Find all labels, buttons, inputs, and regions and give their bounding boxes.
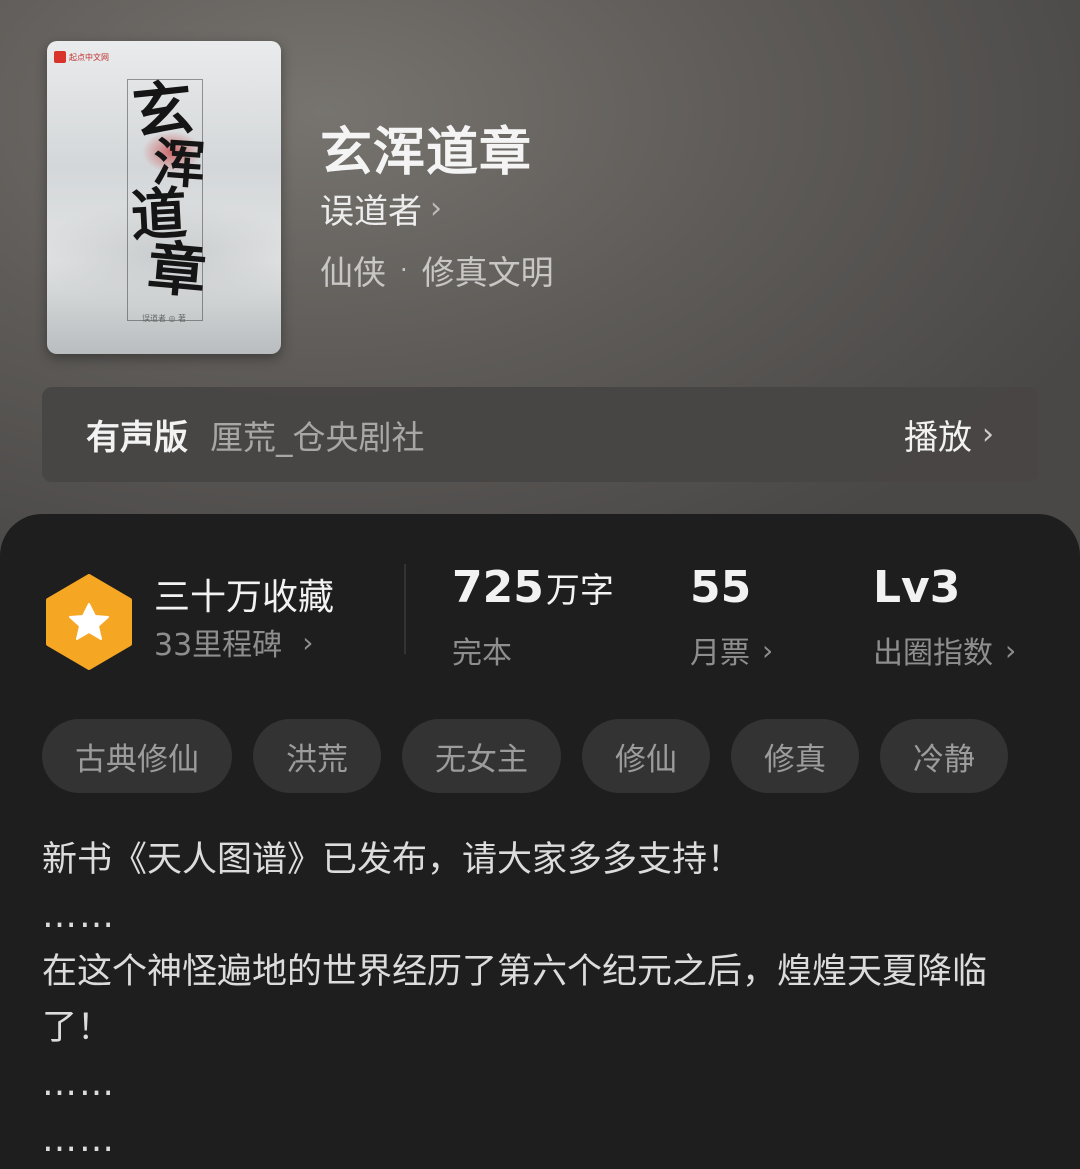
stats-divider — [404, 564, 406, 654]
milestones-count: 33里程碑 — [154, 628, 283, 663]
favorites-badge-star-icon — [46, 574, 132, 670]
word-count-value: 725 — [452, 562, 544, 613]
play-label: 播放 — [904, 418, 972, 458]
cover-title-char: 章 — [145, 233, 209, 306]
tag-chip[interactable]: 洪荒 — [253, 719, 381, 793]
chevron-right-icon: › — [982, 417, 994, 452]
chevron-right-icon: › — [302, 625, 314, 659]
book-cover-image[interactable]: 起点中文网 玄 浑 道 章 误道者 ◎ 著 — [47, 41, 281, 354]
popularity-stat[interactable]: Lv3 出圈指数 › — [873, 562, 1016, 672]
favorites-count: 三十万收藏 — [154, 577, 335, 618]
chevron-right-icon: › — [430, 190, 442, 226]
description-ellipsis: …… — [42, 1064, 116, 1104]
tag-list: 古典修仙 洪荒 无女主 修仙 修真 冷静 — [42, 719, 1042, 793]
tag-chip[interactable]: 无女主 — [402, 719, 561, 793]
author-link[interactable]: 误道者 › — [320, 186, 442, 232]
cover-author-line: 误道者 ◎ 著 — [141, 314, 187, 323]
author-name: 误道者 — [320, 191, 422, 232]
description-line: 新书《天人图谱》已发布，请大家多多支持！ — [42, 840, 743, 880]
cover-publisher-name: 起点中文网 — [69, 52, 109, 62]
audio-version-bar[interactable]: 有声版 厘荒_仓央剧社 播放 › — [42, 387, 1038, 482]
separator-dot: · — [400, 256, 408, 284]
description-ellipsis: …… — [42, 1120, 116, 1160]
description-ellipsis: …… — [42, 896, 116, 936]
book-title: 玄浑道章 — [320, 122, 533, 183]
monthly-votes-stat[interactable]: 55 月票 › — [690, 562, 773, 672]
cover-publisher: 起点中文网 — [54, 50, 109, 64]
word-count-unit: 万字 — [545, 571, 614, 611]
completion-status: 完本 — [452, 636, 512, 671]
book-description[interactable]: 新书《天人图谱》已发布，请大家多多支持！ …… 在这个神怪遍地的世界经历了第六个… — [42, 832, 1042, 1168]
genre-category[interactable]: 仙侠 — [320, 246, 386, 294]
cover-calligraphy-title: 玄 浑 道 章 — [119, 73, 219, 306]
book-genre: 仙侠 · 修真文明 — [320, 248, 554, 292]
popularity-label: 出圈指数 — [873, 636, 993, 671]
description-line: 在这个神怪遍地的世界经历了第六个纪元之后，煌煌天夏降临了！ — [42, 952, 988, 1048]
monthly-votes-label: 月票 — [690, 636, 750, 671]
book-detail-panel: 三十万收藏 33里程碑 › 725 万字 完本 55 月票 › Lv3 出圈指数… — [0, 514, 1080, 1169]
milestones-link[interactable]: 33里程碑 › — [154, 622, 314, 664]
popularity-value: Lv3 — [873, 562, 961, 613]
book-header: 起点中文网 玄 浑 道 章 误道者 ◎ 著 玄浑道章 误道者 › 仙侠 · 修真… — [0, 0, 1080, 560]
audio-studio-name: 厘荒_仓央剧社 — [210, 417, 425, 457]
tag-chip[interactable]: 古典修仙 — [42, 719, 232, 793]
publisher-logo-icon — [54, 51, 66, 63]
audio-version-label: 有声版 — [86, 418, 188, 458]
monthly-votes-value: 55 — [690, 562, 752, 613]
word-count-stat: 725 万字 完本 — [452, 562, 614, 672]
tag-chip[interactable]: 修真 — [731, 719, 859, 793]
tag-chip[interactable]: 冷静 — [880, 719, 1008, 793]
chevron-right-icon: › — [762, 633, 774, 667]
tag-chip[interactable]: 修仙 — [582, 719, 710, 793]
chevron-right-icon: › — [1005, 633, 1017, 667]
genre-subcategory[interactable]: 修真文明 — [422, 246, 554, 294]
play-button[interactable]: 播放 › — [904, 410, 994, 459]
